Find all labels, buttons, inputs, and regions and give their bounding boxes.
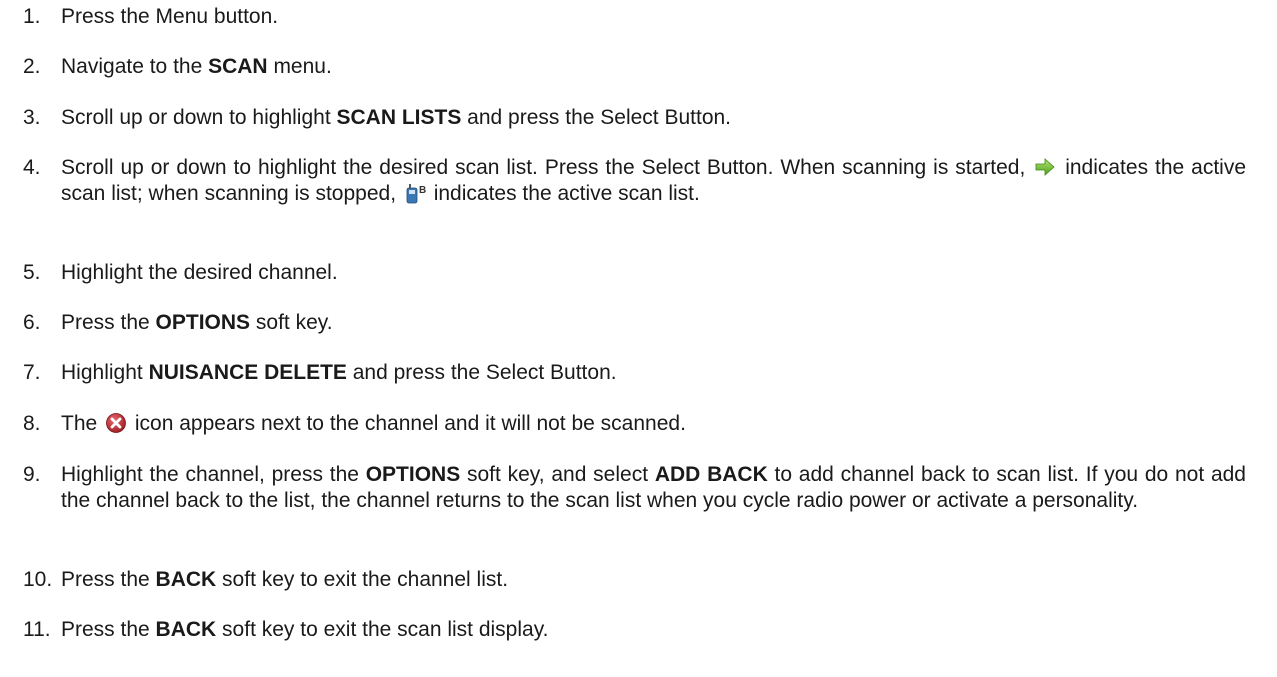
- step-text-segment: soft key, and select: [460, 463, 655, 486]
- step-text-segment: Highlight the desired channel.: [61, 261, 338, 284]
- step-item: 7. Highlight NUISANCE DELETE and press th…: [0, 360, 1246, 386]
- step-item: 10. Press the BACK soft key to exit the c…: [0, 567, 1246, 593]
- step-item: 3. Scroll up or down to highlight SCAN LI…: [0, 105, 1246, 131]
- step-number: 3.: [23, 106, 41, 129]
- step-number: 1.: [23, 5, 41, 28]
- step-item: 1. Press the Menu button.: [0, 4, 1246, 30]
- step-keyword: ADD BACK: [654, 463, 768, 486]
- step-keyword: NUISANCE DELETE: [148, 361, 347, 384]
- step-number: 6.: [23, 311, 41, 334]
- step-text: Navigate to the SCAN menu.: [61, 54, 1246, 80]
- scan-active-arrow-icon: [1034, 156, 1056, 178]
- step-number: 9.: [23, 463, 41, 486]
- step-number: 2.: [23, 55, 41, 78]
- step-item: 5. Highlight the desired channel.: [0, 260, 1246, 286]
- step-item: 2. Navigate to the SCAN menu.: [0, 54, 1246, 80]
- step-text-segment: soft key to exit the channel list.: [216, 568, 509, 591]
- step-text-segment: Press the: [61, 568, 156, 591]
- step-text: Highlight the channel, press the OPTIONS…: [61, 462, 1246, 514]
- step-text-segment: Press the Menu button.: [61, 5, 279, 28]
- step-number: 7.: [23, 361, 41, 384]
- step-text: Highlight the desired channel.: [61, 260, 1246, 286]
- step-keyword: OPTIONS: [155, 311, 251, 334]
- step-text: Press the BACK soft key to exit the chan…: [61, 567, 1246, 593]
- step-text-segment: icon appears next to the channel and it …: [129, 412, 686, 435]
- step-number: 11.: [23, 618, 51, 641]
- step-text-segment: and press the Select Button.: [346, 361, 617, 384]
- step-text-segment: Scroll up or down to highlight: [61, 106, 337, 129]
- step-item: 11. Press the BACK soft key to exit the s…: [0, 617, 1246, 643]
- step-text: Scroll up or down to highlight SCAN LIST…: [61, 105, 1246, 131]
- step-text: Press the BACK soft key to exit the scan…: [61, 617, 1246, 643]
- step-text-segment: menu.: [267, 55, 332, 78]
- step-text-segment: Press the: [61, 618, 156, 641]
- step-text: The icon appears next to the channel and…: [61, 411, 1246, 437]
- svg-text:B: B: [419, 185, 426, 196]
- step-text-segment: soft key.: [250, 311, 333, 334]
- step-keyword: BACK: [155, 618, 217, 641]
- step-text: Scroll up or down to highlight the desir…: [61, 155, 1246, 207]
- step-keyword: SCAN LISTS: [336, 106, 462, 129]
- step-number: 4.: [23, 156, 41, 179]
- step-number: 8.: [23, 412, 41, 435]
- step-item: 6. Press the OPTIONS soft key.: [0, 310, 1246, 336]
- step-text-segment: Press the: [61, 311, 156, 334]
- step-text-segment: and press the Select Button.: [461, 106, 732, 129]
- step-item: 4. Scroll up or down to highlight the des…: [0, 155, 1246, 207]
- step-text: Press the Menu button.: [61, 4, 1246, 30]
- procedure-step-list: 1. Press the Menu button. 2. Navigate to th…: [0, 0, 1277, 677]
- step-text-segment: Highlight: [61, 361, 149, 384]
- step-text-segment: indicates the active scan list.: [427, 182, 700, 205]
- step-item: 9. Highlight the channel, press the OPTIO…: [0, 462, 1246, 514]
- step-text-segment: Highlight the channel, press the: [61, 463, 366, 486]
- step-number: 10.: [23, 568, 53, 591]
- step-item: 8. The icon appears next to the channel a…: [0, 411, 1246, 437]
- step-keyword: BACK: [155, 568, 217, 591]
- step-text: Highlight NUISANCE DELETE and press the …: [61, 360, 1246, 386]
- step-text-segment: soft key to exit the scan list display.: [216, 618, 549, 641]
- step-keyword: SCAN: [208, 55, 268, 78]
- nuisance-delete-x-icon: [105, 412, 127, 434]
- step-text-segment: The: [61, 412, 104, 435]
- step-text: Press the OPTIONS soft key.: [61, 310, 1246, 336]
- step-number: 5.: [23, 261, 41, 284]
- step-text-segment: Navigate to the: [61, 55, 209, 78]
- step-keyword: OPTIONS: [365, 463, 461, 486]
- scan-stopped-radio-icon: B: [404, 182, 426, 204]
- step-text-segment: Scroll up or down to highlight the desir…: [61, 156, 1033, 179]
